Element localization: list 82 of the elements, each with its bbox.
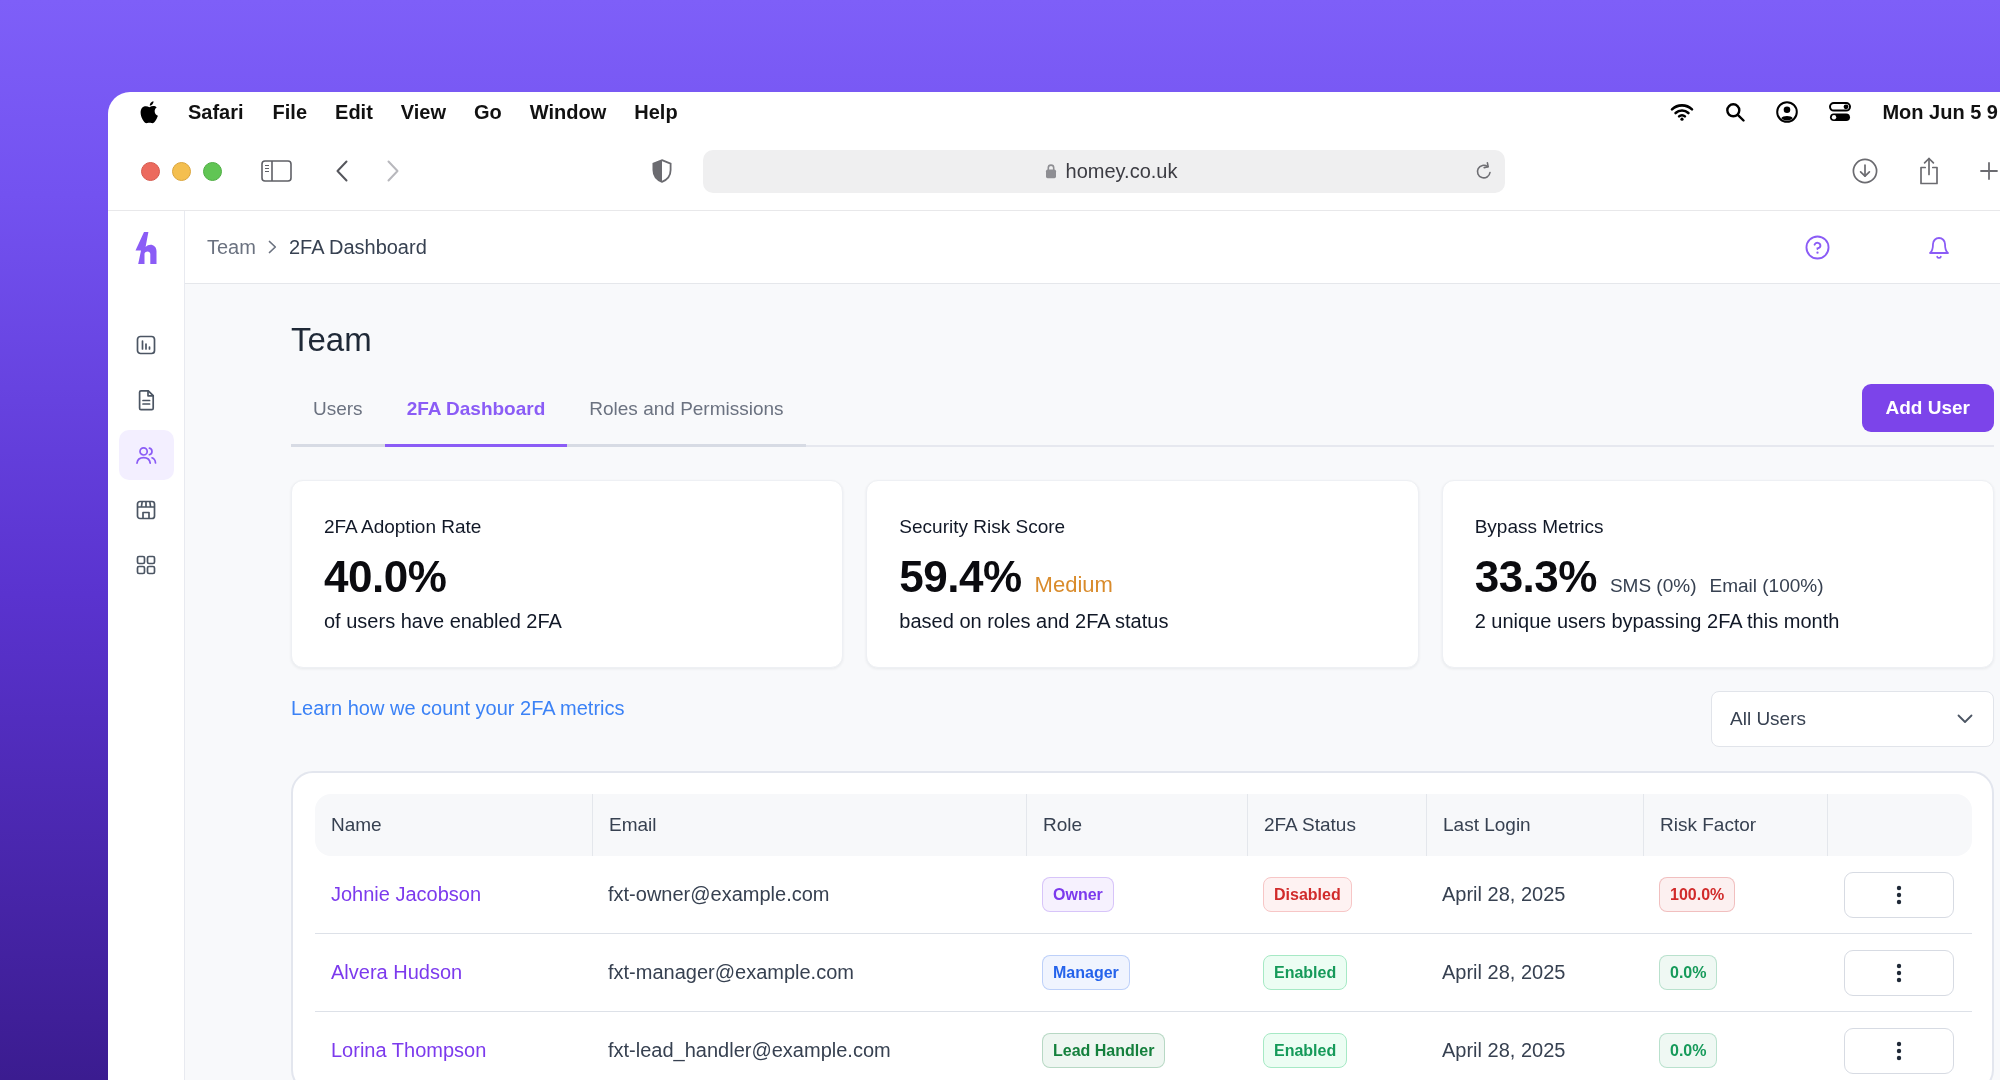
menu-item[interactable]: View [400, 100, 447, 124]
risk-rating: Medium [1034, 572, 1113, 598]
menu-item[interactable]: File [272, 100, 308, 124]
menu-item[interactable]: Help [634, 100, 678, 124]
column-header: 2FA Status [1264, 814, 1356, 836]
help-icon[interactable] [1805, 234, 1830, 260]
sidebar-toggle-icon[interactable] [261, 160, 292, 182]
breadcrumb-link[interactable]: Team [207, 235, 256, 259]
status-badge: Enabled [1263, 955, 1348, 990]
tab[interactable]: Users [291, 383, 385, 447]
metric-caption: based on roles and 2FA status [899, 609, 1170, 633]
tab[interactable]: Roles and Permissions [567, 383, 806, 447]
column-header: Last Login [1443, 814, 1531, 836]
apple-logo-icon[interactable] [140, 100, 158, 124]
metric-value: 33.3% [1474, 553, 1597, 601]
users-icon [135, 444, 157, 466]
risk-badge: 0.0% [1659, 955, 1718, 990]
reload-icon[interactable] [1475, 161, 1493, 181]
column-header: Role [1043, 814, 1083, 836]
risk-badge: 0.0% [1659, 1033, 1718, 1068]
menu-item[interactable]: Window [529, 100, 607, 124]
brand-logo-icon[interactable] [133, 232, 159, 264]
column-header: Email [609, 814, 657, 836]
risk-badge: 100.0% [1659, 877, 1736, 912]
control-center-icon[interactable] [1829, 102, 1852, 122]
column-header: Name [331, 814, 382, 836]
app-grid-icon [135, 554, 157, 576]
last-login-cell: April 28, 2025 [1442, 883, 1566, 906]
storefront-icon [135, 499, 157, 521]
role-badge: Owner [1042, 877, 1114, 912]
metric-caption: 2 unique users bypassing 2FA this month [1474, 609, 1841, 633]
window-close-icon[interactable] [141, 161, 160, 181]
metric-title: 2FA Adoption Rate [324, 515, 483, 539]
metric-detail: Email (100%) [1709, 575, 1824, 597]
column-header: Risk Factor [1660, 814, 1757, 836]
email-cell: fxt-manager@example.com [608, 961, 854, 984]
shield-icon[interactable] [652, 159, 672, 183]
role-badge: Manager [1042, 955, 1130, 990]
window-zoom-icon[interactable] [203, 161, 222, 181]
user-name-link[interactable]: Johnie Jacobson [331, 883, 482, 906]
more-vertical-icon [1896, 962, 1902, 983]
metrics-help-link[interactable]: Learn how we count your 2FA metrics [291, 696, 625, 720]
tab[interactable]: 2FA Dashboard [384, 383, 568, 447]
user-account-icon[interactable] [1776, 101, 1799, 123]
last-login-cell: April 28, 2025 [1442, 961, 1566, 984]
more-vertical-icon [1896, 884, 1902, 905]
back-icon[interactable] [336, 160, 348, 182]
menu-item[interactable]: Edit [335, 100, 373, 124]
role-badge: Lead Handler [1042, 1033, 1166, 1068]
bar-chart-icon [135, 334, 157, 356]
email-cell: fxt-lead_handler@example.com [608, 1039, 891, 1062]
notifications-bell-icon[interactable] [1927, 234, 1951, 260]
caret-down-icon [1957, 714, 1973, 724]
address-field[interactable]: homey.co.uk [703, 149, 1505, 193]
metric-title: Bypass Metrics [1474, 515, 1605, 539]
user-filter-dropdown[interactable]: All Users [1711, 691, 1994, 747]
menu-bar-clock: Mon Jun 5 9 [1882, 100, 1998, 124]
metric-title: Security Risk Score [899, 515, 1067, 539]
last-login-cell: April 28, 2025 [1442, 1039, 1566, 1062]
metric-value: 40.0% [324, 553, 447, 601]
more-vertical-icon [1896, 1040, 1902, 1061]
download-icon[interactable] [1852, 158, 1878, 184]
sidebar-nav-button[interactable] [118, 430, 174, 480]
menu-item[interactable]: Go [474, 100, 502, 124]
email-cell: fxt-owner@example.com [608, 883, 830, 906]
metric-caption: of users have enabled 2FA [324, 609, 563, 633]
spotlight-search-icon[interactable] [1725, 102, 1746, 122]
metric-value: 59.4% [899, 553, 1022, 601]
share-icon[interactable] [1918, 157, 1940, 185]
breadcrumb-current: 2FA Dashboard [288, 235, 427, 259]
add-user-button[interactable]: Add User [1861, 384, 1994, 432]
user-name-link[interactable]: Lorina Thompson [331, 1039, 487, 1062]
app-menu[interactable]: Safari [188, 100, 244, 124]
status-badge: Disabled [1263, 877, 1352, 912]
status-badge: Enabled [1263, 1033, 1348, 1068]
new-tab-plus-icon[interactable] [1980, 162, 1998, 180]
user-name-link[interactable]: Alvera Hudson [331, 961, 463, 984]
wifi-icon[interactable] [1670, 103, 1695, 121]
metric-detail: SMS (0%) [1609, 575, 1697, 597]
breadcrumb-chevron-icon [267, 240, 277, 254]
page-title: Team [291, 320, 373, 360]
lock-icon [1044, 163, 1057, 179]
